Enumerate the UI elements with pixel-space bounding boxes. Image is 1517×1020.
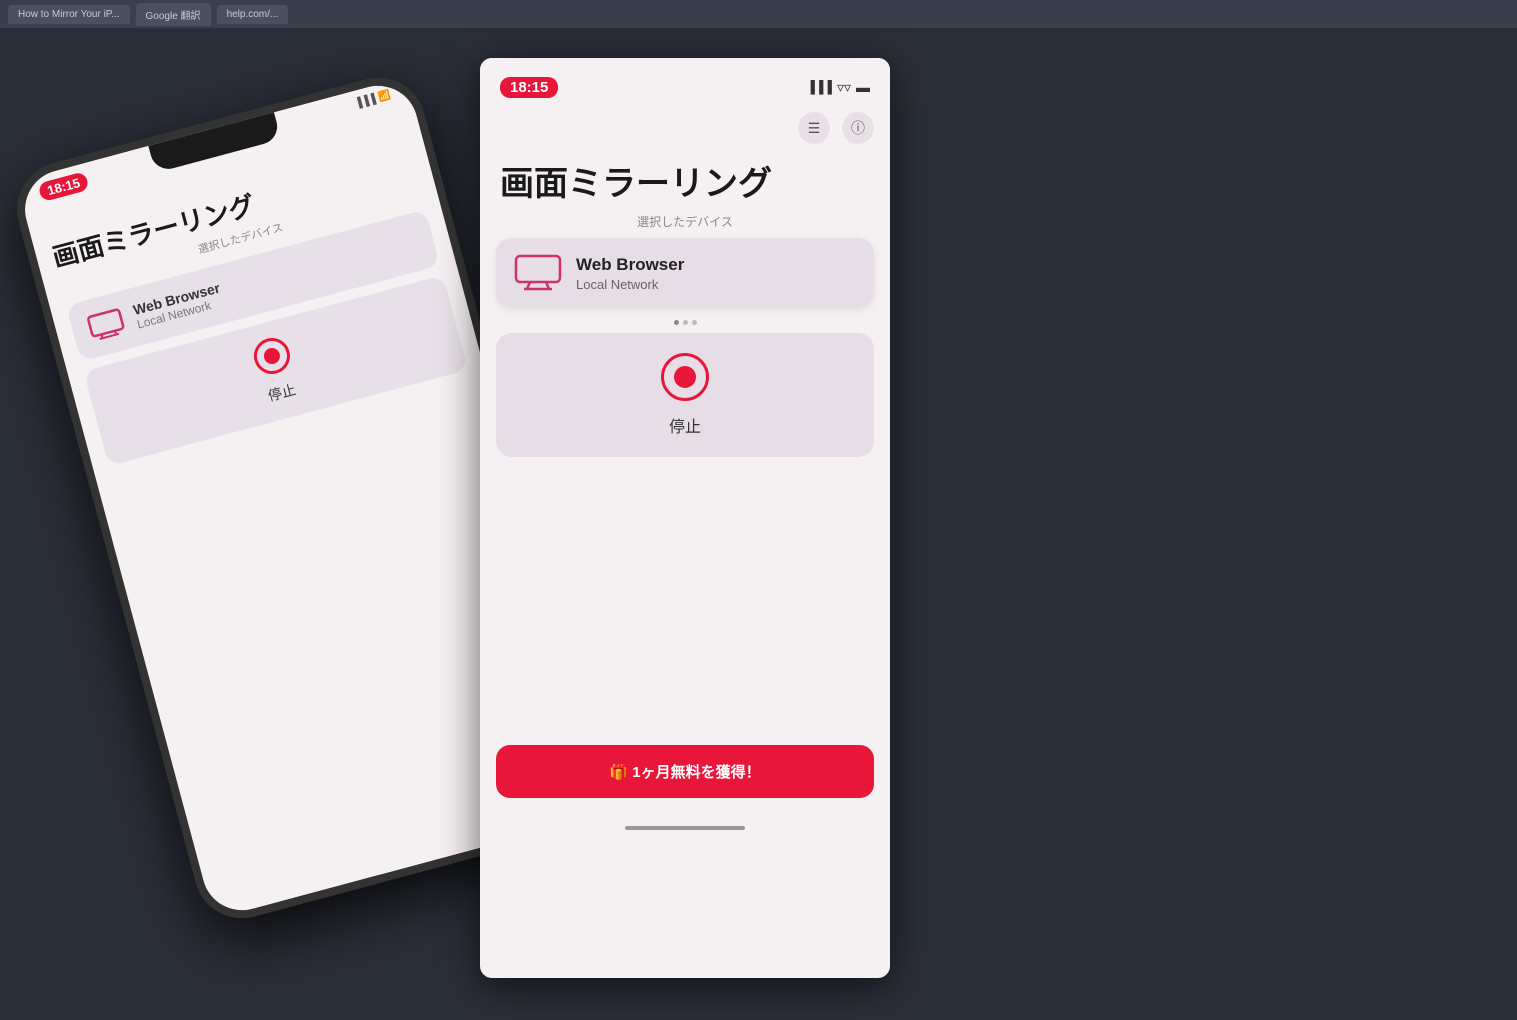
app-home-indicator — [480, 818, 890, 842]
app-wifi-icon: ▿▿ — [837, 79, 851, 96]
wifi-icon: 📶 — [377, 90, 392, 104]
desktop-background: 18:15 ▐▐▐ 📶 画面ミラーリング 選択したデバイス — [0, 28, 1517, 1020]
app-record-button[interactable] — [661, 353, 709, 401]
app-status-bar: 18:15 ▐▐▐ ▿▿ ▬ — [480, 58, 890, 108]
app-device-info: Web Browser Local Network — [576, 255, 856, 292]
app-device-card[interactable]: Web Browser Local Network — [496, 238, 874, 308]
app-toolbar: ☰ ⓘ — [480, 108, 890, 148]
app-device-sub: Local Network — [576, 277, 856, 292]
card-dot-1 — [674, 320, 679, 325]
app-status-icons: ▐▐▐ ▿▿ ▬ — [806, 79, 870, 96]
card-dots — [480, 320, 890, 325]
app-stop-label: 停止 — [669, 413, 701, 437]
iphone-record-inner — [262, 346, 282, 366]
app-empty-area — [496, 465, 874, 745]
browser-tab-3[interactable]: help.com/... — [217, 5, 289, 24]
browser-tab-1[interactable]: How to Mirror Your iP... — [8, 5, 130, 24]
app-device-name: Web Browser — [576, 255, 856, 275]
app-promo-text: 🎁 1ヶ月無料を獲得！ — [512, 761, 858, 782]
app-time: 18:15 — [500, 77, 558, 98]
app-window: 18:15 ▐▐▐ ▿▿ ▬ ☰ ⓘ 画面ミラーリング 選択したデバイス — [480, 58, 890, 978]
signal-icon: ▐▐▐ — [354, 94, 377, 110]
app-main-title: 画面ミラーリング — [480, 148, 890, 209]
browser-tab-2[interactable]: Google 翻訳 — [136, 3, 211, 26]
app-promo-button[interactable]: 🎁 1ヶ月無料を獲得！ — [496, 745, 874, 798]
app-section-label: 選択したデバイス — [480, 209, 890, 238]
info-icon-button[interactable]: ⓘ — [842, 112, 874, 144]
app-battery-icon: ▬ — [856, 79, 870, 95]
iphone-record-button[interactable] — [250, 334, 294, 378]
app-record-inner — [674, 366, 696, 388]
iphone-monitor-icon — [85, 307, 127, 343]
iphone-time: 18:15 — [37, 171, 89, 202]
iphone-stop-label: 停止 — [266, 379, 298, 406]
info-icon: ⓘ — [851, 118, 865, 138]
app-monitor-icon — [514, 254, 562, 292]
iphone-status-icons: ▐▐▐ 📶 — [354, 90, 392, 110]
app-stop-section: 停止 — [496, 333, 874, 457]
app-signal-icon: ▐▐▐ — [806, 80, 832, 94]
filter-icon-button[interactable]: ☰ — [798, 112, 830, 144]
filter-icon: ☰ — [808, 120, 821, 137]
browser-chrome: How to Mirror Your iP... Google 翻訳 help.… — [0, 0, 1517, 28]
card-dot-2 — [683, 320, 688, 325]
app-home-bar — [625, 826, 745, 830]
card-dot-3 — [692, 320, 697, 325]
